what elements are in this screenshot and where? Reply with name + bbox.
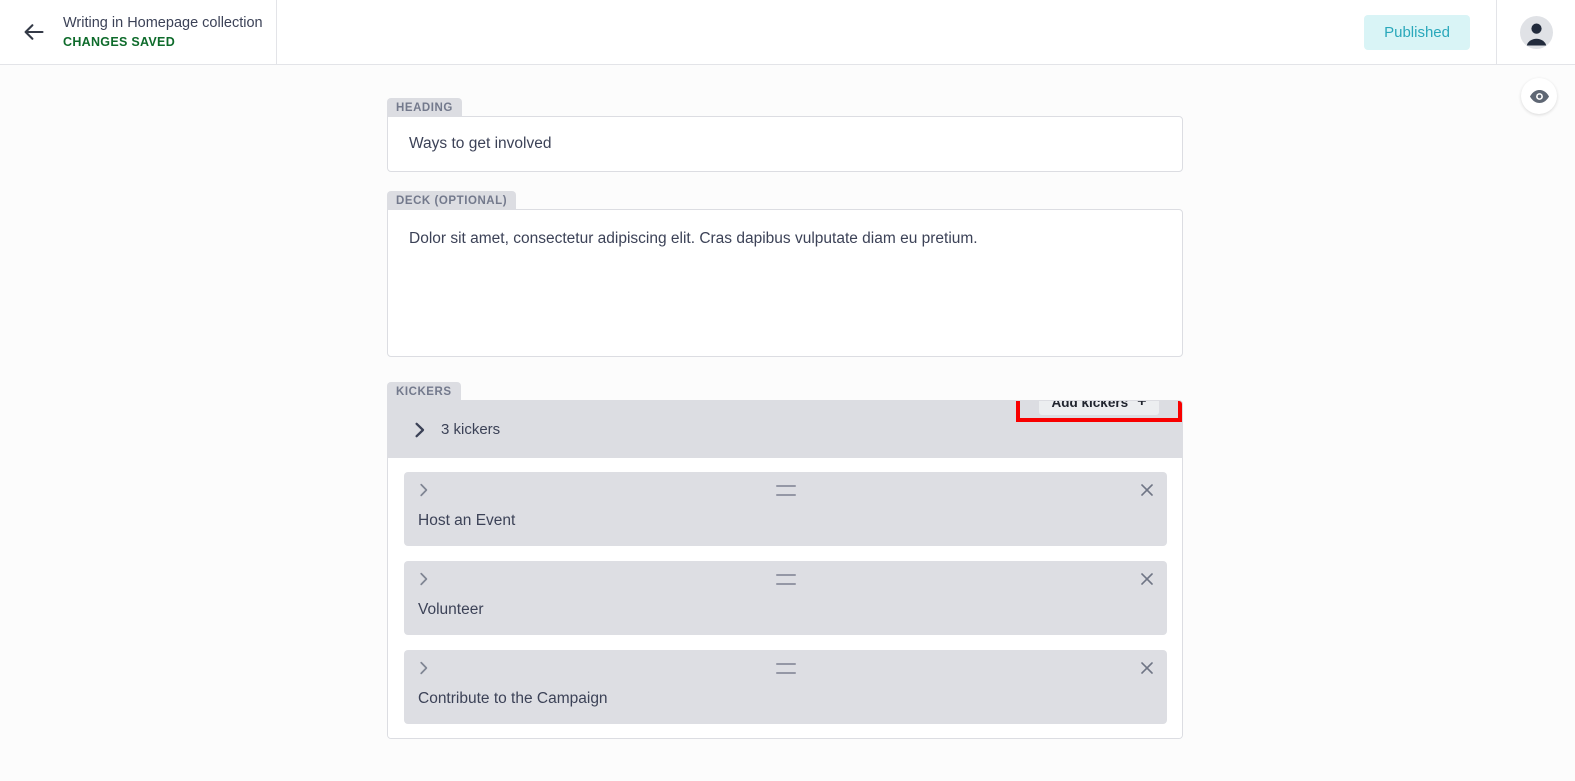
drag-handle-icon[interactable]: [775, 663, 796, 674]
kicker-item[interactable]: Host an Event: [404, 472, 1167, 546]
kicker-expand-toggle[interactable]: [417, 483, 431, 497]
chevron-right-icon: [420, 572, 428, 586]
deck-field-box[interactable]: Dolor sit amet, consectetur adipiscing e…: [387, 209, 1183, 357]
top-bar-right-section: Published: [1364, 0, 1575, 65]
kickers-panel: 3 kickers Add kickers + Host an Event Vo…: [387, 400, 1183, 739]
chevron-right-icon: [420, 483, 428, 497]
kickers-header-row: 3 kickers Add kickers +: [388, 401, 1182, 458]
kickers-field-group: KICKERS 3 kickers Add kickers + Host an …: [387, 382, 1183, 740]
kicker-title: Volunteer: [418, 601, 484, 618]
kicker-title: Host an Event: [418, 512, 516, 529]
kicker-item[interactable]: Contribute to the Campaign: [404, 650, 1167, 724]
deck-field-label: DECK (OPTIONAL): [387, 191, 517, 210]
deck-input[interactable]: Dolor sit amet, consectetur adipiscing e…: [388, 210, 1182, 248]
close-icon: [1141, 573, 1153, 585]
top-bar: Writing in Homepage collection CHANGES S…: [0, 0, 1575, 65]
chevron-right-icon: [415, 422, 425, 437]
close-icon: [1141, 484, 1153, 496]
kickers-expand-toggle[interactable]: [412, 422, 428, 438]
add-kickers-button[interactable]: Add kickers +: [1038, 400, 1160, 415]
close-icon: [1141, 662, 1153, 674]
kicker-item[interactable]: Volunteer: [404, 561, 1167, 635]
heading-input[interactable]: Ways to get involved: [388, 117, 1182, 171]
back-button[interactable]: [19, 17, 49, 47]
kicker-expand-toggle[interactable]: [417, 661, 431, 675]
editor-content-area: HEADING Ways to get involved DECK (OPTIO…: [0, 65, 1575, 781]
kicker-expand-toggle[interactable]: [417, 572, 431, 586]
kicker-remove-button[interactable]: [1138, 481, 1156, 499]
published-status-button[interactable]: Published: [1364, 14, 1470, 50]
eye-icon: [1529, 89, 1549, 103]
add-kickers-button-label: Add kickers: [1051, 400, 1129, 410]
document-title-block: Writing in Homepage collection CHANGES S…: [63, 14, 263, 51]
plus-icon: +: [1137, 400, 1147, 410]
kickers-list: Host an Event Volunteer Contribute to th…: [388, 458, 1182, 738]
heading-field-label: HEADING: [387, 98, 462, 117]
kicker-remove-button[interactable]: [1138, 659, 1156, 677]
save-status-text: CHANGES SAVED: [63, 34, 176, 49]
heading-field-group: HEADING Ways to get involved: [387, 98, 1183, 173]
kicker-title: Contribute to the Campaign: [418, 690, 608, 707]
chevron-right-icon: [420, 661, 428, 675]
user-avatar-icon: [1526, 23, 1546, 45]
deck-field-group: DECK (OPTIONAL) Dolor sit amet, consecte…: [387, 191, 1183, 358]
top-bar-left-section: Writing in Homepage collection CHANGES S…: [0, 0, 277, 64]
avatar: [1519, 15, 1553, 49]
page-title: Writing in Homepage collection: [63, 14, 263, 31]
preview-toggle-button[interactable]: [1521, 78, 1557, 114]
kicker-remove-button[interactable]: [1138, 570, 1156, 588]
drag-handle-icon[interactable]: [775, 574, 796, 585]
add-kickers-highlight-box: Add kickers +: [1016, 400, 1182, 422]
form-column: HEADING Ways to get involved DECK (OPTIO…: [387, 98, 1183, 740]
drag-handle-icon[interactable]: [775, 485, 796, 496]
arrow-left-icon: [24, 24, 44, 40]
kickers-count-label: 3 kickers: [441, 421, 501, 438]
heading-field-box[interactable]: Ways to get involved: [387, 116, 1183, 172]
kickers-field-label: KICKERS: [387, 382, 461, 401]
account-menu-button[interactable]: [1497, 0, 1575, 65]
